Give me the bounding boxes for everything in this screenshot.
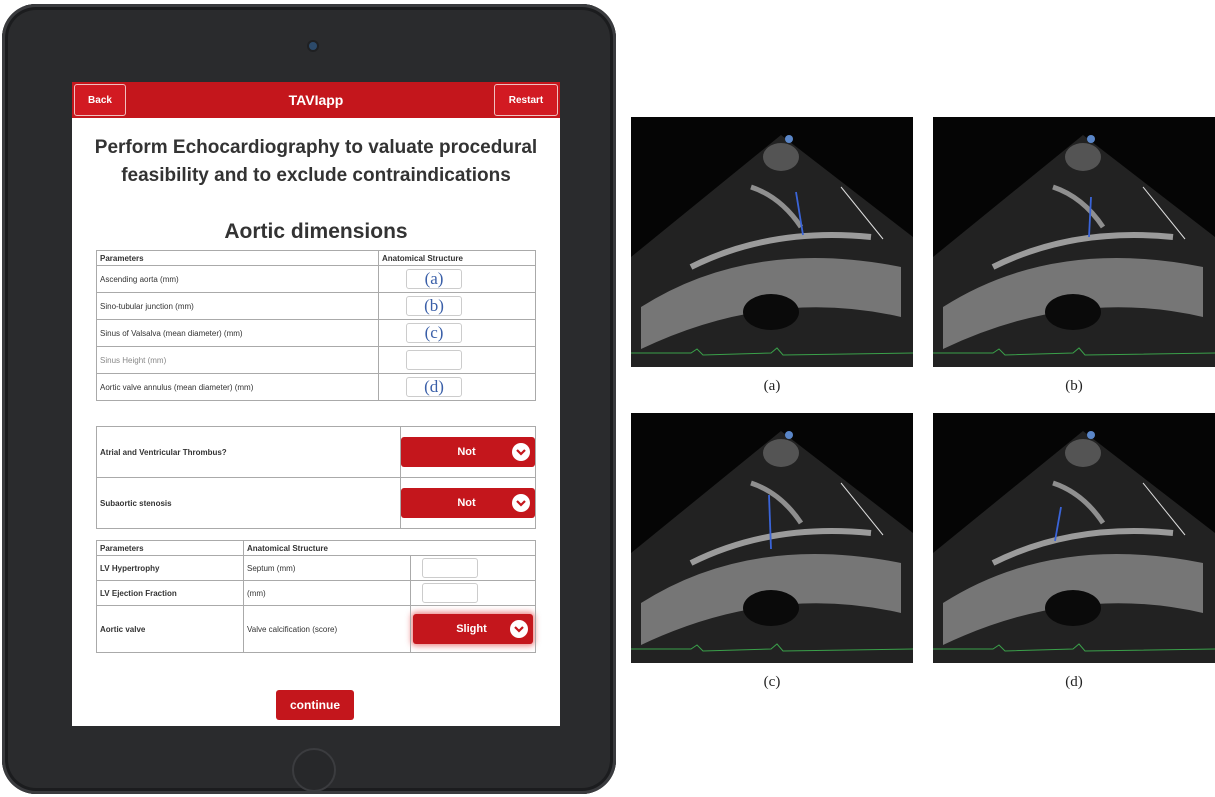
- ascending-aorta-input[interactable]: (a): [406, 269, 462, 289]
- table-row: LV Hypertrophy Septum (mm): [96, 555, 536, 581]
- table-row: Subaortic stenosis Not: [96, 477, 536, 529]
- question-label: Atrial and Ventricular Thrombus?: [96, 426, 401, 478]
- sinus-height-input[interactable]: [406, 350, 462, 370]
- question-label: Subaortic stenosis: [96, 477, 401, 529]
- table-row: Sinus of Valsalva (mean diameter) (mm) (…: [96, 319, 536, 347]
- table-row: Aortic valve Valve calcification (score)…: [96, 605, 536, 653]
- column-header-parameters: Parameters: [96, 250, 379, 266]
- echo-scan-graphic: [631, 135, 913, 367]
- column-header-structure: Anatomical Structure: [378, 250, 536, 266]
- row-structure: (mm): [243, 580, 411, 606]
- sinus-of-valsalva-input[interactable]: (c): [406, 323, 462, 343]
- valve-calcification-select[interactable]: Slight: [413, 614, 533, 644]
- chevron-down-icon: [512, 443, 530, 461]
- aortic-dimensions-table: Parameters Anatomical Structure Ascendin…: [96, 250, 536, 401]
- echo-image-c: [631, 413, 913, 663]
- app-screen: TAVIapp Back Restart Perform Echocardiog…: [72, 82, 560, 726]
- chevron-down-icon: [512, 494, 530, 512]
- echo-image-d: [933, 413, 1215, 663]
- ejection-fraction-input[interactable]: [422, 583, 478, 603]
- septum-input[interactable]: [422, 558, 478, 578]
- row-structure: Septum (mm): [243, 555, 411, 581]
- caption-a: (a): [763, 378, 781, 394]
- table-row: Aortic valve annulus (mean diameter) (mm…: [96, 373, 536, 401]
- thrombus-select[interactable]: Not: [401, 437, 535, 467]
- row-label: Sino-tubular junction (mm): [96, 292, 379, 320]
- row-label: LV Hypertrophy: [96, 555, 244, 581]
- select-value: Not: [457, 497, 476, 509]
- row-label: Sinus Height (mm): [96, 346, 379, 374]
- camera-icon: [309, 42, 317, 50]
- tablet-frame: TAVIapp Back Restart Perform Echocardiog…: [2, 4, 616, 794]
- caption-b: (b): [1065, 378, 1083, 394]
- caption-c: (c): [763, 674, 781, 690]
- chevron-down-icon: [510, 620, 528, 638]
- row-label: Aortic valve: [96, 605, 244, 653]
- row-label: LV Ejection Fraction: [96, 580, 244, 606]
- lv-parameters-table: Parameters Anatomical Structure LV Hyper…: [96, 540, 536, 653]
- column-header-structure: Anatomical Structure: [243, 540, 536, 556]
- sino-tubular-junction-input[interactable]: (b): [406, 296, 462, 316]
- table-row: Sino-tubular junction (mm) (b): [96, 292, 536, 320]
- app-title: TAVIapp: [288, 92, 344, 108]
- continue-button[interactable]: continue: [276, 690, 354, 720]
- table-row: LV Ejection Fraction (mm): [96, 580, 536, 606]
- row-label: Ascending aorta (mm): [96, 265, 379, 293]
- echo-scan-graphic: [631, 431, 913, 663]
- home-button[interactable]: [292, 748, 336, 792]
- echo-scan-graphic: [933, 135, 1215, 367]
- table-row: Sinus Height (mm): [96, 346, 536, 374]
- select-value: Slight: [456, 623, 487, 635]
- aortic-valve-annulus-input[interactable]: (d): [406, 377, 462, 397]
- echo-image-a: [631, 117, 913, 367]
- caption-d: (d): [1065, 674, 1083, 690]
- echo-scan-graphic: [933, 431, 1215, 663]
- row-structure: Valve calcification (score): [243, 605, 411, 653]
- table-row: Ascending aorta (mm) (a): [96, 265, 536, 293]
- column-header-parameters: Parameters: [96, 540, 244, 556]
- section-title: Aortic dimensions: [224, 220, 408, 243]
- page-heading: Perform Echocardiography to valuate proc…: [94, 137, 538, 186]
- back-button[interactable]: Back: [74, 84, 126, 116]
- subaortic-stenosis-select[interactable]: Not: [401, 488, 535, 518]
- top-bar: TAVIapp Back Restart: [72, 82, 560, 118]
- row-label: Sinus of Valsalva (mean diameter) (mm): [96, 319, 379, 347]
- table-row: Atrial and Ventricular Thrombus? Not: [96, 426, 536, 478]
- echo-image-b: [933, 117, 1215, 367]
- select-value: Not: [457, 446, 476, 458]
- restart-button[interactable]: Restart: [494, 84, 558, 116]
- row-label: Aortic valve annulus (mean diameter) (mm…: [96, 373, 379, 401]
- contraindications-table: Atrial and Ventricular Thrombus? Not Sub…: [96, 426, 536, 529]
